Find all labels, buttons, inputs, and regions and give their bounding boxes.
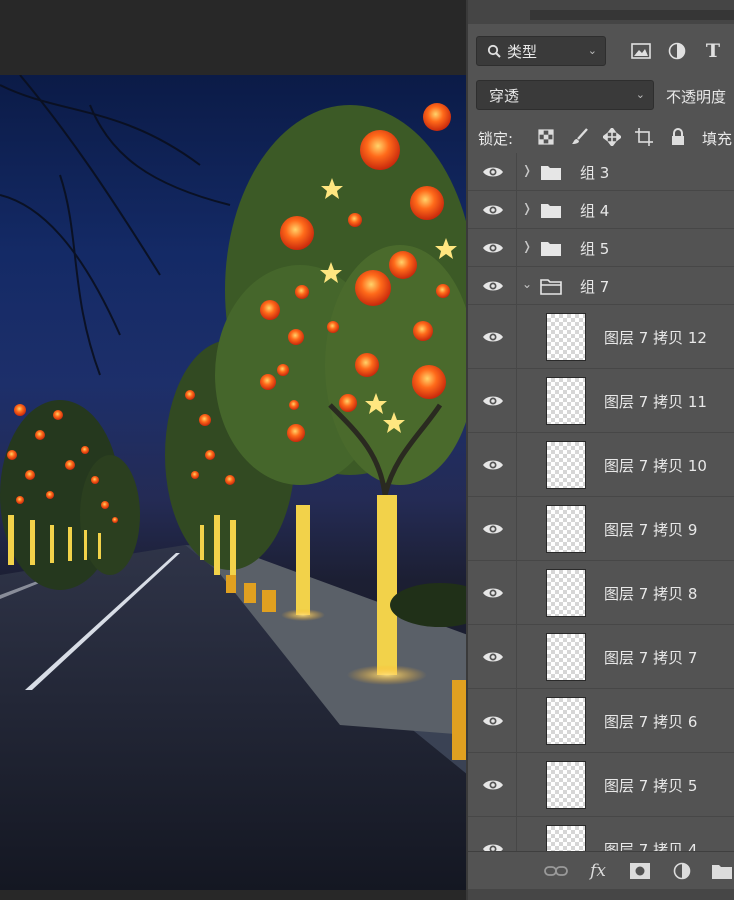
eye-visibility-icon[interactable] (482, 329, 504, 345)
fx-label: fx (590, 861, 606, 881)
panel-bottom-bar (468, 889, 734, 900)
eye-visibility-icon[interactable] (482, 713, 504, 729)
link-layers-icon[interactable] (544, 860, 568, 882)
type-filter-icon[interactable]: T (700, 38, 726, 64)
layer-thumbnail[interactable] (546, 761, 586, 809)
fill-label: 填充 (702, 130, 733, 148)
lock-label: 锁定: (478, 130, 514, 148)
filter-kind-label: 类型 (507, 42, 538, 61)
document-canvas[interactable] (0, 75, 468, 890)
layer-name[interactable]: 组 4 (580, 200, 609, 221)
layer-row-group-4[interactable]: ❭ 组 4 (468, 191, 734, 229)
lock-toolbar: 锁定: 填充 (468, 120, 734, 156)
filter-kind-select[interactable]: 类型 ⌄ (476, 36, 606, 66)
layer-name[interactable]: 图层 7 拷贝 11 (604, 391, 707, 412)
layer-name[interactable]: 图层 7 拷贝 5 (604, 775, 697, 796)
folder-icon (541, 204, 561, 218)
add-mask-icon[interactable] (628, 860, 652, 882)
workspace[interactable] (0, 0, 468, 900)
layer-row-group-7[interactable]: ⌄ 组 7 (468, 267, 734, 305)
lock-paint-icon[interactable] (570, 127, 590, 147)
layer-thumbnail[interactable] (546, 569, 586, 617)
eye-visibility-icon[interactable] (482, 585, 504, 601)
eye-visibility-icon[interactable] (482, 841, 504, 851)
lock-transparent-icon[interactable] (536, 127, 556, 147)
layer-thumbnail[interactable] (546, 441, 586, 489)
layer-name[interactable]: 图层 7 拷贝 10 (604, 455, 707, 476)
layer-row[interactable]: 图层 7 拷贝 4 (468, 817, 734, 851)
layer-name[interactable]: 组 7 (580, 276, 609, 297)
eye-visibility-icon[interactable] (482, 777, 504, 793)
layer-row[interactable]: 图层 7 拷贝 11 (468, 369, 734, 433)
panel-tab-strip (468, 0, 734, 24)
layer-thumbnail[interactable] (546, 377, 586, 425)
adjustment-filter-icon[interactable] (664, 38, 690, 64)
image-filter-icon[interactable] (628, 38, 654, 64)
adjustment-layer-icon[interactable] (670, 860, 694, 882)
new-group-icon[interactable] (710, 860, 734, 882)
fx-icon[interactable]: fx (586, 860, 610, 882)
blend-toolbar: 穿透 ⌄ 不透明度 (468, 76, 734, 116)
layer-thumbnail[interactable] (546, 313, 586, 361)
eye-visibility-icon[interactable] (482, 649, 504, 665)
layer-name[interactable]: 图层 7 拷贝 7 (604, 647, 697, 668)
chevron-down-icon: ⌄ (587, 44, 597, 57)
expand-caret-icon[interactable]: ❭ (522, 239, 532, 253)
folder-icon (541, 166, 561, 180)
eye-visibility-icon[interactable] (482, 278, 504, 294)
layer-name[interactable]: 图层 7 拷贝 8 (604, 583, 697, 604)
layer-name[interactable]: 图层 7 拷贝 6 (604, 711, 697, 732)
layer-row[interactable]: 图层 7 拷贝 8 (468, 561, 734, 625)
lock-move-icon[interactable] (602, 127, 622, 147)
layer-thumbnail[interactable] (546, 825, 586, 851)
eye-visibility-icon[interactable] (482, 202, 504, 218)
layer-name[interactable]: 图层 7 拷贝 9 (604, 519, 697, 540)
blend-mode-value: 穿透 (489, 86, 520, 105)
layer-thumbnail[interactable] (546, 633, 586, 681)
lock-artboard-icon[interactable] (634, 127, 654, 147)
expand-caret-icon[interactable]: ❭ (522, 163, 532, 177)
eye-visibility-icon[interactable] (482, 521, 504, 537)
layer-row[interactable]: 图层 7 拷贝 9 (468, 497, 734, 561)
opacity-label: 不透明度 (666, 88, 727, 106)
search-icon (487, 44, 501, 58)
layer-row[interactable]: 图层 7 拷贝 10 (468, 433, 734, 497)
eye-visibility-icon[interactable] (482, 240, 504, 256)
chevron-down-icon: ⌄ (635, 88, 645, 101)
folder-icon (541, 242, 561, 256)
open-folder-icon (540, 279, 562, 295)
filter-toolbar: 类型 ⌄ T (468, 30, 734, 70)
layer-row[interactable]: 图层 7 拷贝 5 (468, 753, 734, 817)
blend-mode-select[interactable]: 穿透 ⌄ (476, 80, 654, 110)
layer-row[interactable]: 图层 7 拷贝 12 (468, 305, 734, 369)
layer-name[interactable]: 图层 7 拷贝 12 (604, 327, 707, 348)
expand-caret-icon[interactable]: ❭ (522, 201, 532, 215)
eye-visibility-icon[interactable] (482, 164, 504, 180)
layer-name[interactable]: 组 5 (580, 238, 609, 259)
layer-row[interactable]: 图层 7 拷贝 7 (468, 625, 734, 689)
lock-all-icon[interactable] (668, 127, 688, 147)
layer-name[interactable]: 组 3 (580, 162, 609, 183)
street-night-illustration (0, 75, 468, 890)
layer-row[interactable]: 图层 7 拷贝 6 (468, 689, 734, 753)
layer-row-group-3[interactable]: ❭ 组 3 (468, 153, 734, 191)
layers-list[interactable]: ❭ 组 3 ❭ 组 4 ❭ 组 5 ⌄ 组 7 图层 7 拷贝 12 图层 7 … (468, 153, 734, 851)
layers-panel-footer: fx (468, 851, 734, 889)
layer-thumbnail[interactable] (546, 505, 586, 553)
layer-row-group-5[interactable]: ❭ 组 5 (468, 229, 734, 267)
layer-thumbnail[interactable] (546, 697, 586, 745)
eye-visibility-icon[interactable] (482, 393, 504, 409)
layers-panel: 类型 ⌄ T 穿透 ⌄ 不透明度 锁定: 填充 ❭ 组 3 ❭ 组 4 ❭ 组 … (466, 0, 734, 900)
eye-visibility-icon[interactable] (482, 457, 504, 473)
collapse-caret-icon[interactable]: ⌄ (522, 277, 532, 291)
layer-name[interactable]: 图层 7 拷贝 4 (604, 839, 697, 851)
